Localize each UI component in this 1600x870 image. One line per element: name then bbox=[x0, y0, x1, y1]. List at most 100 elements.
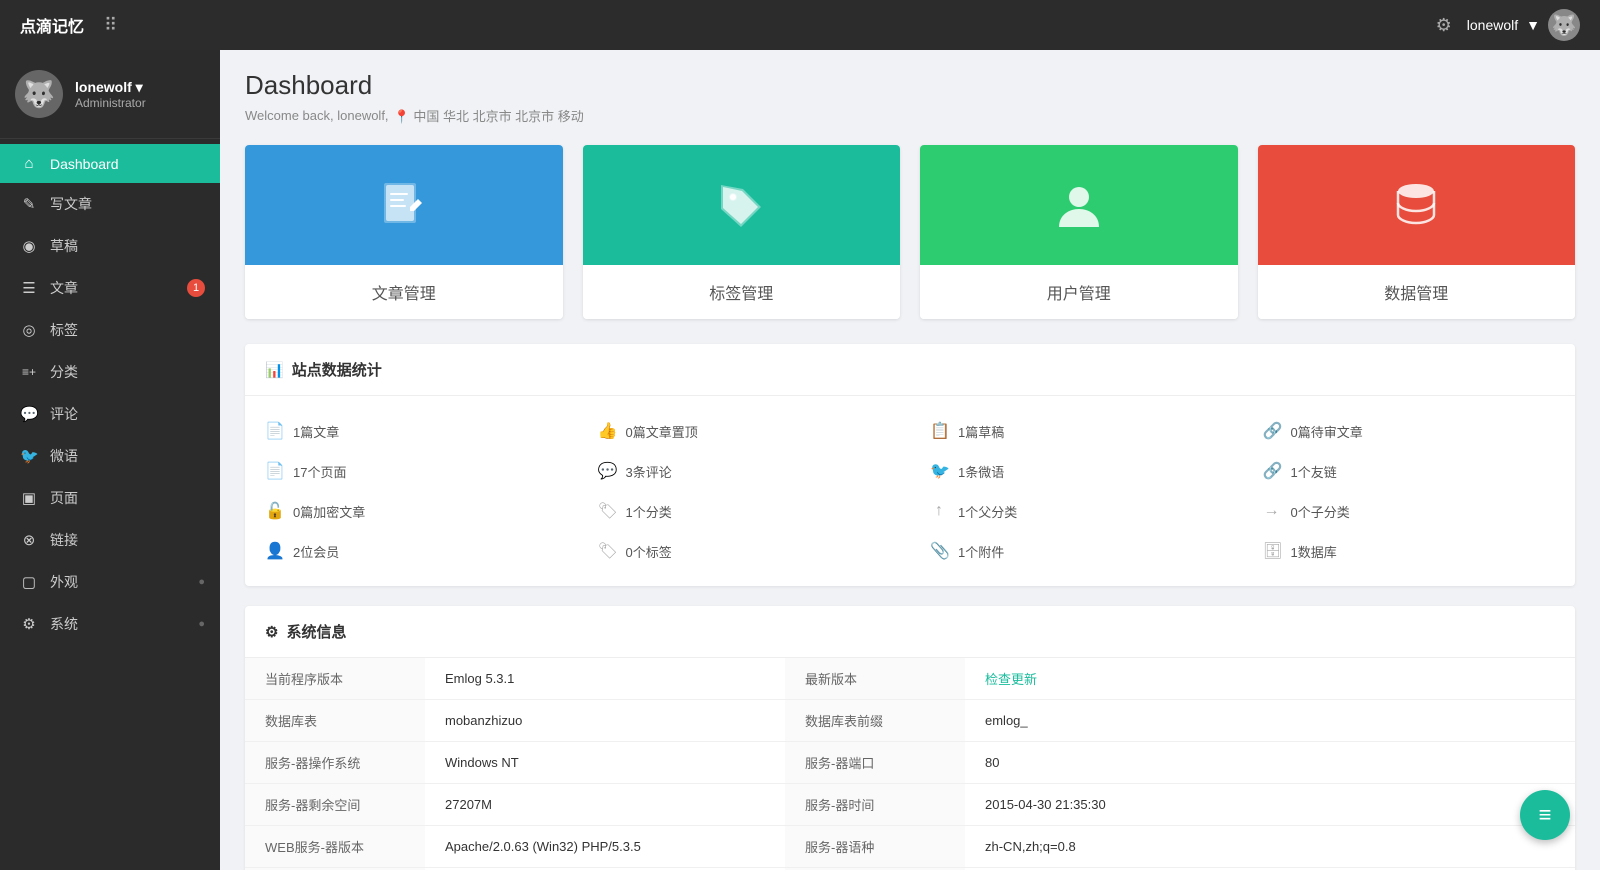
settings-icon[interactable]: ⚙ bbox=[1436, 15, 1452, 36]
sidebar-username: lonewolf ▾ bbox=[75, 79, 146, 96]
header-username: lonewolf bbox=[1467, 17, 1518, 33]
dashboard-header: Dashboard Welcome back, lonewolf, 📍 中国 华… bbox=[245, 70, 1575, 125]
sysinfo-label-dbtable: 数据库表 bbox=[245, 700, 425, 742]
sysinfo-label-servertime: 服务-器时间 bbox=[785, 784, 965, 826]
grid-icon[interactable]: ⠿ bbox=[104, 15, 117, 36]
stat-child-cats: → 0个子分类 bbox=[1243, 491, 1576, 531]
sysinfo-value-serverlang: zh-CN,zh;q=0.8 bbox=[965, 826, 1575, 868]
stat-friendlinks-text: 1个友链 bbox=[1291, 462, 1337, 481]
sidebar-item-drafts[interactable]: ◉ 草稿 bbox=[0, 225, 220, 267]
fab-button[interactable]: ≡ bbox=[1520, 790, 1570, 840]
sidebar-user: 🐺 lonewolf ▾ Administrator bbox=[0, 50, 220, 139]
stat-child-cats-icon: → bbox=[1263, 502, 1281, 520]
card-articles-icon bbox=[245, 145, 563, 265]
card-articles-mgr[interactable]: 文章管理 bbox=[245, 145, 563, 319]
nav-label-system: 系统 bbox=[50, 614, 78, 634]
write-icon: ✎ bbox=[20, 195, 38, 213]
stat-micrologs: 🐦 1条微语 bbox=[910, 451, 1243, 491]
stat-pages-text: 17个页面 bbox=[293, 462, 346, 481]
sidebar-item-write[interactable]: ✎ 写文章 bbox=[0, 183, 220, 225]
page-title: Dashboard bbox=[245, 70, 1575, 101]
appearance-icon: ▢ bbox=[20, 573, 38, 591]
card-tags-label: 标签管理 bbox=[583, 265, 901, 319]
stat-parent-cats-text: 1个父分类 bbox=[958, 502, 1017, 521]
sysinfo-value-version: Emlog 5.3.1 bbox=[425, 658, 785, 700]
stat-friendlinks: 🔗 1个友链 bbox=[1243, 451, 1576, 491]
stat-tags: 🏷 0个标签 bbox=[578, 531, 911, 571]
sysinfo-header: ⚙ 系统信息 bbox=[245, 606, 1575, 658]
sidebar-item-microlog[interactable]: 🐦 微语 bbox=[0, 435, 220, 477]
stat-databases-icon: 🗄 bbox=[1263, 541, 1281, 561]
stat-parent-cats: ↑ 1个父分类 bbox=[910, 491, 1243, 531]
stat-pinned-text: 0篇文章置顶 bbox=[626, 422, 698, 441]
user-info-top[interactable]: lonewolf ▼ 🐺 bbox=[1467, 9, 1580, 41]
nav-label-appearance: 外观 bbox=[50, 572, 78, 592]
sysinfo-value-dbprefix: emlog_ bbox=[965, 700, 1575, 742]
stats-section: 📊 站点数据统计 📄 1篇文章 👍 0篇文章置顶 📋 1篇草稿 bbox=[245, 344, 1575, 586]
sysinfo-section: ⚙ 系统信息 当前程序版本 Emlog 5.3.1 最新版本 检查更新 数据库表… bbox=[245, 606, 1575, 870]
sidebar: 🐺 lonewolf ▾ Administrator ⌂ Dashboard ✎… bbox=[0, 50, 220, 870]
sidebar-item-articles[interactable]: ☰ 文章 1 bbox=[0, 267, 220, 309]
sidebar-item-links[interactable]: ⊗ 链接 bbox=[0, 519, 220, 561]
sysinfo-label-webserver: WEB服务-器版本 bbox=[245, 826, 425, 868]
card-users-mgr[interactable]: 用户管理 bbox=[920, 145, 1238, 319]
sysinfo-label-version: 当前程序版本 bbox=[245, 658, 425, 700]
pages-icon: ▣ bbox=[20, 489, 38, 507]
sysinfo-row-version: 当前程序版本 Emlog 5.3.1 最新版本 检查更新 bbox=[245, 658, 1575, 700]
sysinfo-value-servertime: 2015-04-30 21:35:30 bbox=[965, 784, 1575, 826]
tags-icon: ◎ bbox=[20, 321, 38, 339]
sidebar-item-dashboard[interactable]: ⌂ Dashboard bbox=[0, 144, 220, 183]
welcome-text: Welcome back, lonewolf, bbox=[245, 108, 389, 123]
sysinfo-value-os: Windows NT bbox=[425, 742, 785, 784]
stat-databases-text: 1数据库 bbox=[1291, 542, 1337, 561]
articles-icon: ☰ bbox=[20, 279, 38, 297]
sysinfo-label-serverlang: 服务-器语种 bbox=[785, 826, 965, 868]
stat-micrologs-icon: 🐦 bbox=[930, 461, 948, 481]
sidebar-item-comments[interactable]: 💬 评论 bbox=[0, 393, 220, 435]
stat-pinned: 👍 0篇文章置顶 bbox=[578, 411, 911, 451]
stats-grid: 📄 1篇文章 👍 0篇文章置顶 📋 1篇草稿 🔗 0篇待审文章 📄 bbox=[245, 396, 1575, 586]
stat-drafts-icon: 📋 bbox=[930, 421, 948, 441]
card-data-mgr[interactable]: 数据管理 bbox=[1258, 145, 1576, 319]
nav-label-articles: 文章 bbox=[50, 278, 78, 298]
stat-pages-icon: 📄 bbox=[265, 461, 283, 481]
stat-attachments-icon: 📎 bbox=[930, 541, 948, 561]
sidebar-item-categories[interactable]: ≡+ 分类 bbox=[0, 351, 220, 393]
dashboard-subtitle: Welcome back, lonewolf, 📍 中国 华北 北京市 北京市 … bbox=[245, 106, 1575, 125]
stat-tags-text: 0个标签 bbox=[626, 542, 672, 561]
sysinfo-label-port: 服务-器端口 bbox=[785, 742, 965, 784]
stat-attachments: 📎 1个附件 bbox=[910, 531, 1243, 571]
stat-articles-text: 1篇文章 bbox=[293, 422, 339, 441]
stat-comments-icon: 💬 bbox=[598, 461, 616, 481]
stat-pinned-icon: 👍 bbox=[598, 421, 616, 441]
categories-icon: ≡+ bbox=[20, 365, 38, 379]
sidebar-item-system[interactable]: ⚙ 系统 ● bbox=[0, 603, 220, 645]
stat-encrypted: 🔓 0篇加密文章 bbox=[245, 491, 578, 531]
microlog-icon: 🐦 bbox=[20, 447, 38, 465]
nav-label-write: 写文章 bbox=[50, 194, 92, 214]
sidebar-item-pages[interactable]: ▣ 页面 bbox=[0, 477, 220, 519]
stat-child-cats-text: 0个子分类 bbox=[1291, 502, 1350, 521]
stat-members-icon: 👤 bbox=[265, 541, 283, 561]
stat-pending-icon: 🔗 bbox=[1263, 421, 1281, 441]
card-tags-mgr[interactable]: 标签管理 bbox=[583, 145, 901, 319]
nav-label-drafts: 草稿 bbox=[50, 236, 78, 256]
stat-attachments-text: 1个附件 bbox=[958, 542, 1004, 561]
stat-pending: 🔗 0篇待审文章 bbox=[1243, 411, 1576, 451]
comments-icon: 💬 bbox=[20, 405, 38, 423]
sidebar-item-tags[interactable]: ◎ 标签 bbox=[0, 309, 220, 351]
sysinfo-label-latest: 最新版本 bbox=[785, 658, 965, 700]
card-tags-icon bbox=[583, 145, 901, 265]
avatar: 🐺 bbox=[15, 70, 63, 118]
sidebar-item-appearance[interactable]: ▢ 外观 ● bbox=[0, 561, 220, 603]
card-articles-label: 文章管理 bbox=[245, 265, 563, 319]
stat-articles-icon: 📄 bbox=[265, 421, 283, 441]
home-icon: ⌂ bbox=[20, 155, 38, 172]
check-update-button[interactable]: 检查更新 bbox=[985, 669, 1037, 688]
sysinfo-row-diskspace: 服务-器剩余空间 27207M 服务-器时间 2015-04-30 21:35:… bbox=[245, 784, 1575, 826]
stat-categories-text: 1个分类 bbox=[626, 502, 672, 521]
stat-encrypted-text: 0篇加密文章 bbox=[293, 502, 365, 521]
header-left: 点滴记忆 ⠿ bbox=[20, 13, 117, 37]
header-right: ⚙ lonewolf ▼ 🐺 bbox=[1436, 9, 1580, 41]
sysinfo-value-dbtable: mobanzhizuo bbox=[425, 700, 785, 742]
